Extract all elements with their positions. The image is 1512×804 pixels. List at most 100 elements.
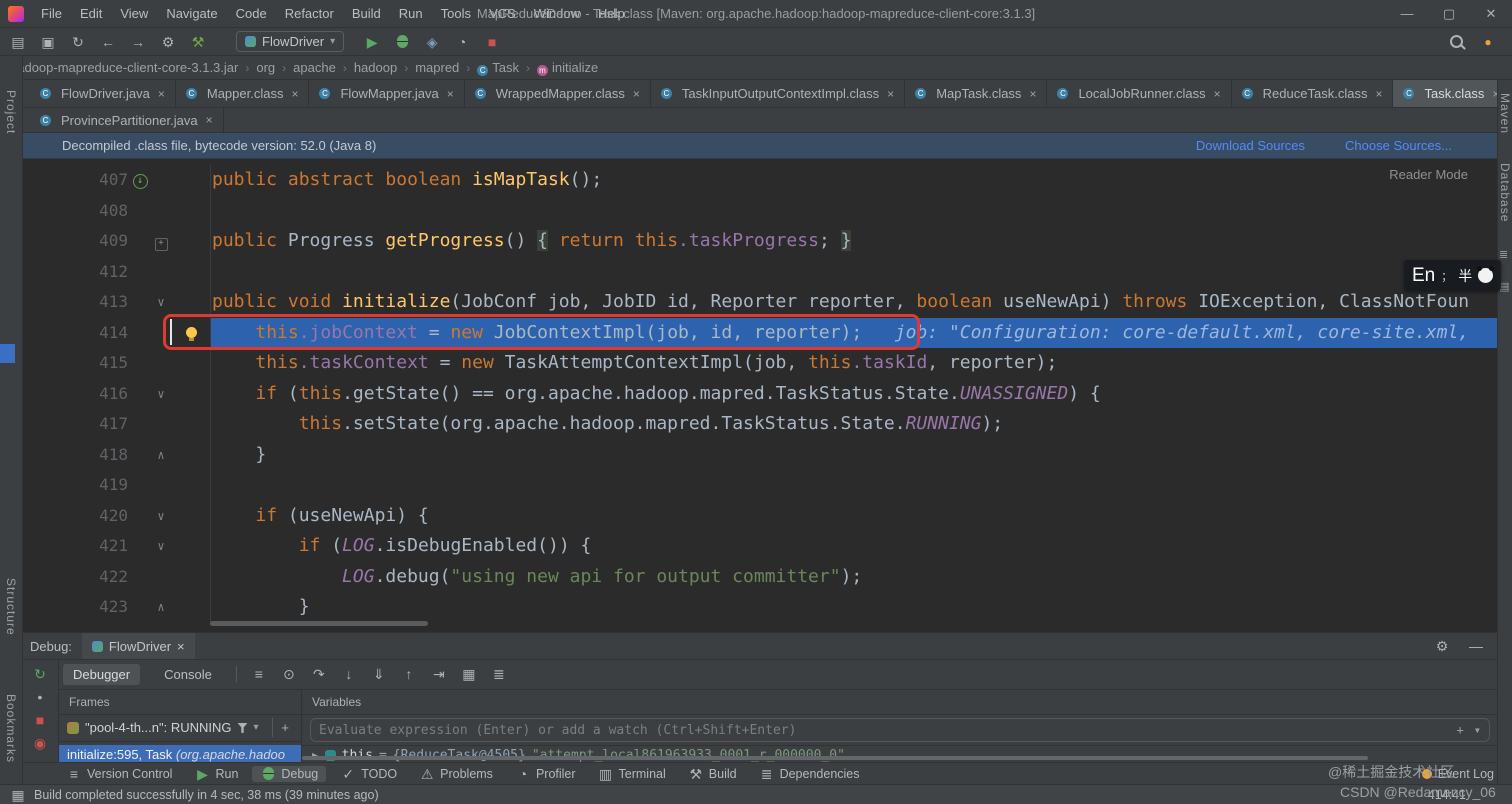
line-number[interactable]: 423 [22, 592, 130, 623]
close-tab-icon[interactable]: × [633, 87, 640, 101]
line-number[interactable]: 407 [22, 165, 130, 196]
editor-tab-wrappedmapper-class[interactable]: C WrappedMapper.class × [465, 80, 651, 107]
updates-icon[interactable]: ● [1480, 36, 1496, 48]
view-as-table-icon[interactable]: ▦ [461, 667, 477, 681]
line-number[interactable]: 408 [22, 196, 130, 227]
settings-icon[interactable]: ⚙ [160, 35, 176, 49]
breadcrumb-item-apache[interactable]: apache [291, 60, 338, 75]
add-watch-icon[interactable]: + [1457, 723, 1464, 737]
editor-tab-reducetask-class[interactable]: C ReduceTask.class × [1232, 80, 1394, 107]
breadcrumb-item-hadoop-mapreduce-client-core-3-1-3-jar[interactable]: hadoop-mapreduce-client-core-3.1.3.jar [8, 60, 240, 75]
search-icon[interactable] [1448, 35, 1464, 48]
close-tab-icon[interactable]: × [158, 87, 165, 101]
line-number[interactable]: 419 [22, 470, 130, 501]
view-tab-debugger[interactable]: Debugger [63, 663, 141, 685]
status-grid-icon[interactable]: ▦ [10, 788, 26, 802]
tool-button-problems[interactable]: ⚠ Problems [411, 766, 501, 782]
tool-button-debug[interactable]: Debug [252, 765, 327, 782]
close-tab-icon[interactable]: × [206, 113, 213, 127]
stop-icon[interactable]: ■ [32, 713, 48, 727]
close-tab-icon[interactable]: × [1214, 87, 1221, 101]
tool-stripe-maven[interactable]: Maven [1498, 93, 1512, 134]
view-tab-console[interactable]: Console [154, 664, 222, 685]
menu-item-file[interactable]: File [32, 6, 71, 21]
fold-up-icon[interactable]: ∧ [150, 592, 172, 623]
menu-item-build[interactable]: Build [343, 6, 390, 21]
line-number[interactable]: 421 [22, 531, 130, 562]
tool-button-dependencies[interactable]: ≣ Dependencies [751, 766, 868, 782]
save-all-icon[interactable]: ▣ [40, 35, 56, 49]
tool-button-version-control[interactable]: ≡ Version Control [58, 766, 180, 782]
variables-horizontal-scrollbar[interactable] [302, 756, 1368, 760]
layers-icon[interactable]: ≣ [1499, 248, 1508, 261]
line-number[interactable]: 420 [22, 501, 130, 532]
back-icon[interactable]: ← [100, 35, 116, 49]
editor-tab-provincepartitioner-java[interactable]: C ProvincePartitioner.java × [30, 108, 224, 132]
menu-item-edit[interactable]: Edit [71, 6, 111, 21]
forward-icon[interactable]: → [130, 35, 146, 49]
run-icon[interactable]: ▶ [364, 35, 380, 49]
editor-tab-flowdriver-java[interactable]: C FlowDriver.java × [30, 80, 176, 107]
fold-down-icon[interactable]: ∨ [150, 531, 172, 562]
fold-expand-icon[interactable]: + [154, 238, 168, 251]
step-out-icon[interactable]: ↑ [401, 667, 417, 681]
menu-item-code[interactable]: Code [227, 6, 276, 21]
chevron-down-icon[interactable]: ▾ [254, 722, 259, 733]
code-editor[interactable]: 407 ↓ public abstract boolean isMapTask();… [22, 159, 1498, 632]
line-number[interactable]: 416 [22, 379, 130, 410]
fold-down-icon[interactable]: ∨ [150, 379, 172, 410]
close-tab-icon[interactable]: × [291, 87, 298, 101]
hide-icon[interactable]: — [1468, 639, 1484, 653]
editor-tab-maptask-class[interactable]: C MapTask.class × [905, 80, 1048, 107]
breadcrumb-item-mapred[interactable]: mapred [413, 60, 461, 75]
fold-up-icon[interactable]: ∧ [150, 440, 172, 471]
menu-item-refactor[interactable]: Refactor [276, 6, 343, 21]
sync-icon[interactable]: ↻ [70, 35, 86, 49]
close-button[interactable]: ✕ [1470, 6, 1512, 22]
editor-horizontal-scrollbar[interactable] [210, 621, 428, 626]
show-execution-point-icon[interactable]: ⊙ [281, 667, 297, 681]
editor-tab-localjobrunner-class[interactable]: C LocalJobRunner.class × [1047, 80, 1232, 107]
line-number[interactable]: 413 [22, 287, 130, 318]
menu-item-run[interactable]: Run [390, 6, 432, 21]
view-breakpoints-icon[interactable]: ◉ [32, 736, 48, 750]
threads-view-icon[interactable]: ≣ [491, 667, 507, 681]
tool-button-todo[interactable]: ✓ TODO [332, 766, 405, 782]
run-config-selector[interactable]: FlowDriver ▾ [236, 31, 345, 52]
close-tab-icon[interactable]: × [1029, 87, 1036, 101]
gear-icon[interactable]: ⚙ [1434, 639, 1450, 653]
choose-sources-link[interactable]: Choose Sources... [1345, 138, 1452, 153]
line-number[interactable]: 414 [22, 318, 130, 349]
menu-item-view[interactable]: View [111, 6, 157, 21]
close-icon[interactable]: × [177, 639, 185, 654]
tool-button-terminal[interactable]: ▥ Terminal [590, 766, 674, 782]
run-to-cursor-icon[interactable]: ⇥ [431, 667, 447, 681]
build-icon[interactable]: ⚒ [190, 35, 206, 49]
debug-session-tab[interactable]: FlowDriver × [81, 633, 195, 659]
breadcrumb-item-task[interactable]: C Task [475, 60, 521, 76]
close-tab-icon[interactable]: × [447, 87, 454, 101]
fold-down-icon[interactable]: ∨ [150, 287, 172, 318]
intention-bulb-icon[interactable] [185, 327, 197, 342]
tool-button-run[interactable]: ▶ Run [186, 766, 246, 782]
editor-tab-mapper-class[interactable]: C Mapper.class × [176, 80, 310, 107]
menu-item-tools[interactable]: Tools [432, 6, 480, 21]
stop-icon[interactable]: ■ [484, 35, 500, 49]
menu-item-navigate[interactable]: Navigate [157, 6, 226, 21]
chevron-down-icon[interactable]: ▾ [1474, 723, 1481, 737]
force-step-into-icon[interactable]: ⇓ [371, 667, 387, 681]
breadcrumb-item-org[interactable]: org [254, 60, 277, 75]
line-number[interactable]: 418 [22, 440, 130, 471]
profiler-icon[interactable]: ◔ [454, 35, 470, 49]
close-tab-icon[interactable]: × [887, 87, 894, 101]
line-number[interactable]: 409 [22, 226, 130, 257]
line-number[interactable]: 422 [22, 562, 130, 593]
editor-tab-taskinputoutputcontextimpl-class[interactable]: C TaskInputOutputContextImpl.class × [651, 80, 906, 107]
fold-down-icon[interactable]: ∨ [150, 501, 172, 532]
override-method-icon[interactable]: ↓ [130, 165, 150, 196]
thread-selector[interactable]: "pool-4-th...n": RUNNING ▾ + [59, 715, 301, 742]
breadcrumb-item-initialize[interactable]: m initialize [535, 60, 600, 76]
close-tab-icon[interactable]: × [1375, 87, 1382, 101]
editor-tab-flowmapper-java[interactable]: C FlowMapper.java × [309, 80, 465, 107]
line-number[interactable]: 412 [22, 257, 130, 288]
